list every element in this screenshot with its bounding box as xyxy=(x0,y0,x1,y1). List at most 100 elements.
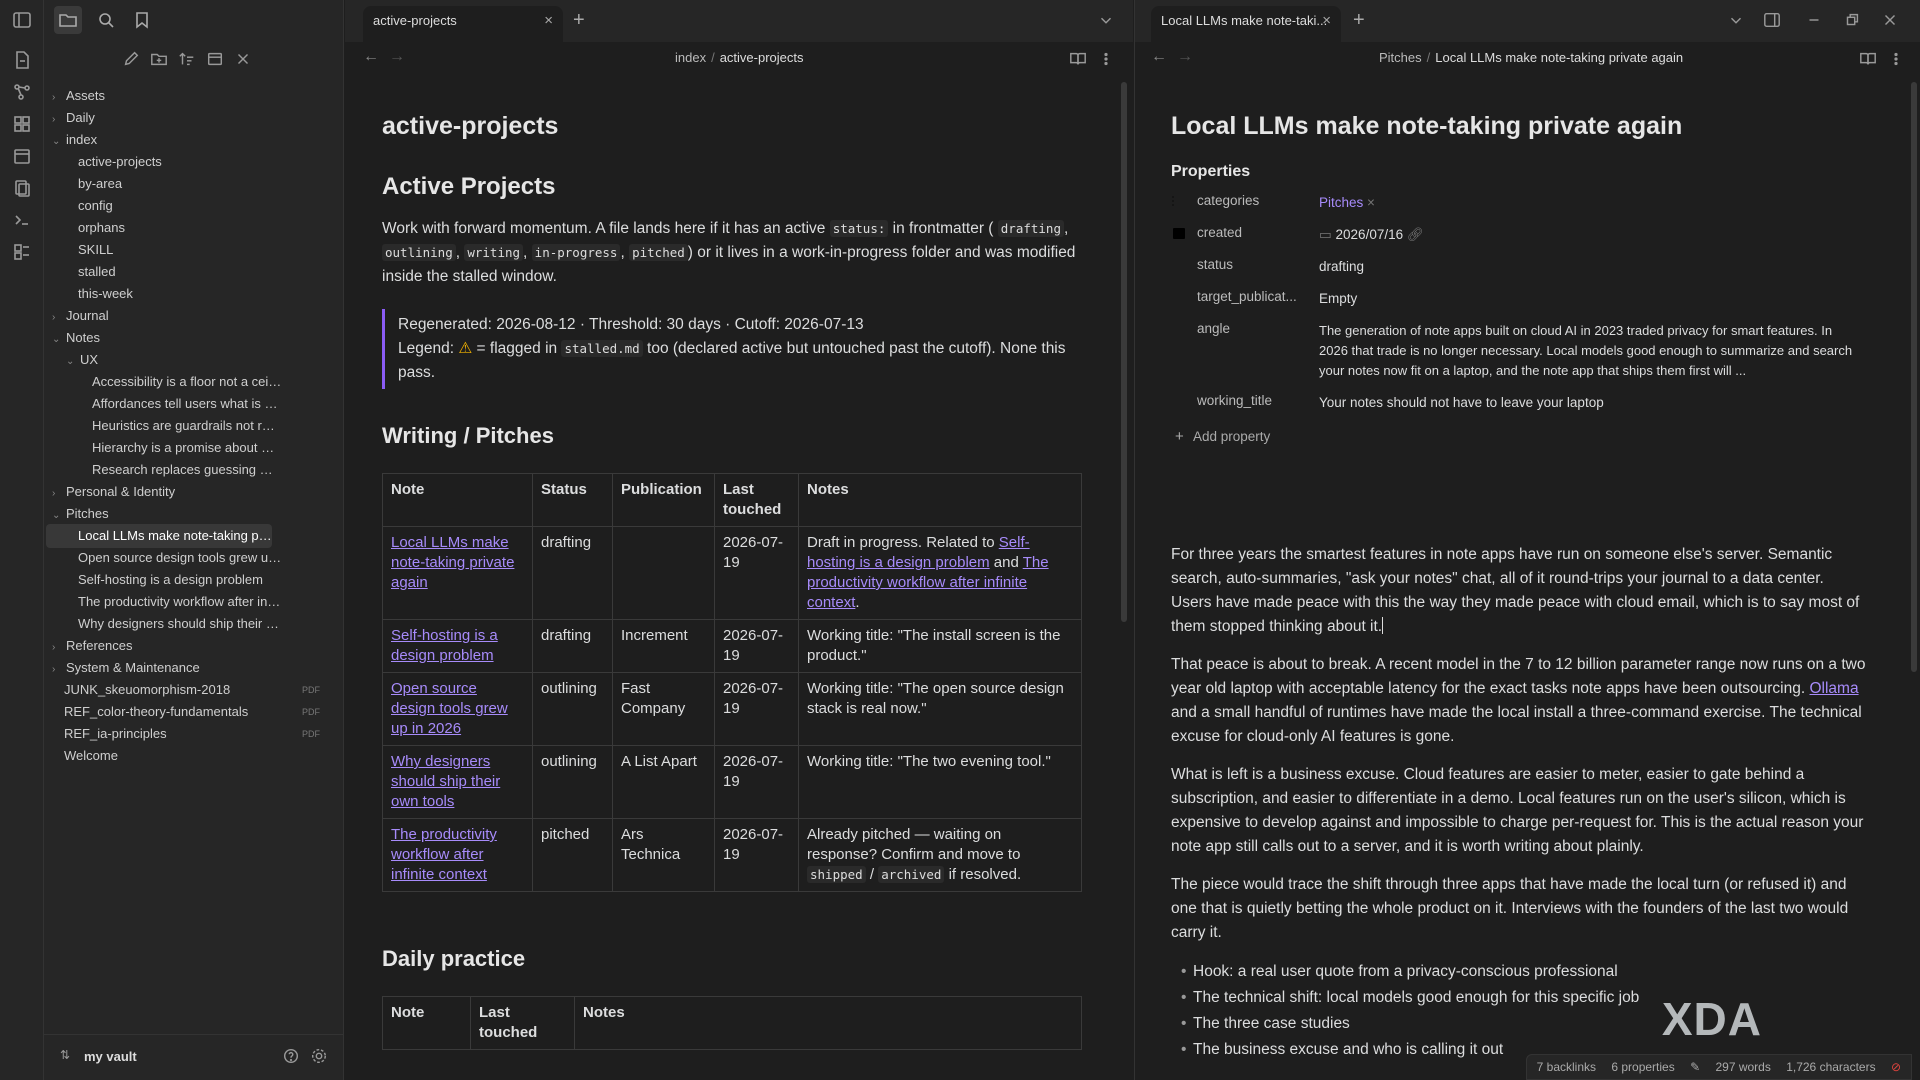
left-note-content[interactable]: active-projects Active Projects Work wit… xyxy=(382,82,1082,1080)
reading-view-icon[interactable] xyxy=(1069,50,1087,68)
body-paragraph[interactable]: What is left is a business excuse. Cloud… xyxy=(1171,763,1867,859)
property-name[interactable]: angle xyxy=(1197,321,1307,336)
tree-file[interactable]: Open source design tools grew up in ... xyxy=(78,546,282,570)
category-pill[interactable]: Pitches xyxy=(1319,195,1363,210)
canvas-icon[interactable] xyxy=(12,114,32,134)
property-value[interactable]: ▭ 2026/07/16 🔗︎ xyxy=(1319,225,1864,245)
link-icon[interactable]: 🔗︎ xyxy=(1407,227,1424,242)
chevron-right-icon[interactable]: › xyxy=(52,482,66,504)
left-scrollbar[interactable] xyxy=(1121,82,1127,622)
forward-arrow-icon[interactable]: → xyxy=(389,48,405,66)
property-value[interactable]: Empty xyxy=(1319,289,1864,309)
new-tab-icon[interactable]: + xyxy=(1353,9,1365,32)
property-name[interactable]: target_publicat... xyxy=(1197,289,1307,304)
more-options-icon[interactable] xyxy=(1887,50,1905,68)
sync-status-icon[interactable]: ⊘ xyxy=(1891,1060,1901,1074)
tree-folder[interactable]: ⌄ Pitches xyxy=(52,502,282,526)
help-icon[interactable] xyxy=(282,1047,300,1065)
tree-file[interactable]: by-area xyxy=(78,172,282,196)
chevron-down-icon[interactable]: ⌄ xyxy=(52,130,66,152)
property-value[interactable]: Pitches × xyxy=(1319,193,1864,213)
tab-list-chevron-icon[interactable] xyxy=(1727,11,1745,29)
inline-title[interactable]: Local LLMs make note-taking private agai… xyxy=(1171,112,1867,141)
tree-file[interactable]: REF_ia-principles xyxy=(64,722,282,746)
chevron-right-icon[interactable]: › xyxy=(52,658,66,680)
tree-folder[interactable]: › Assets xyxy=(52,84,282,108)
tree-folder[interactable]: ⌄ Notes xyxy=(52,326,282,350)
note-link[interactable]: Local LLMs make note-taking private agai… xyxy=(391,534,514,591)
reading-view-icon[interactable] xyxy=(1859,50,1877,68)
tree-file[interactable]: Affordances tell users what is possi... xyxy=(92,392,282,416)
minimize-icon[interactable] xyxy=(1805,11,1823,29)
back-arrow-icon[interactable]: ← xyxy=(363,48,379,66)
backlinks-count[interactable]: 7 backlinks xyxy=(1537,1060,1596,1074)
tree-folder[interactable]: ⌄ UX xyxy=(66,348,282,372)
inline-title[interactable]: active-projects xyxy=(382,112,1082,141)
right-scrollbar[interactable] xyxy=(1911,82,1917,672)
calendar-icon[interactable] xyxy=(12,146,32,166)
tree-file[interactable]: Heuristics are guardrails not rules xyxy=(92,414,282,438)
right-sidebar-toggle-icon[interactable] xyxy=(1763,11,1781,29)
tree-file[interactable]: active-projects xyxy=(78,150,282,174)
search-icon[interactable] xyxy=(96,10,116,33)
graph-view-icon[interactable] xyxy=(12,82,32,102)
property-value[interactable]: Your notes should not have to leave your… xyxy=(1319,393,1864,413)
chevron-down-icon[interactable]: ⌄ xyxy=(52,504,66,526)
note-link[interactable]: The productivity workflow after infinite… xyxy=(391,826,497,883)
more-options-icon[interactable] xyxy=(1097,50,1115,68)
property-name[interactable]: status xyxy=(1197,257,1307,272)
tab-list-chevron-icon[interactable] xyxy=(1097,11,1115,29)
tab-local-llms[interactable]: Local LLMs make note-taki... × xyxy=(1151,6,1341,42)
tree-file[interactable]: Welcome xyxy=(64,744,282,768)
close-tab-icon[interactable]: × xyxy=(1322,6,1331,36)
chevron-right-icon[interactable]: › xyxy=(52,86,66,108)
templates-icon[interactable] xyxy=(12,178,32,198)
new-tab-icon[interactable]: + xyxy=(573,9,585,32)
restore-icon[interactable] xyxy=(1843,11,1861,29)
forward-arrow-icon[interactable]: → xyxy=(1177,48,1193,66)
tree-file[interactable]: config xyxy=(78,194,282,218)
tree-file[interactable]: REF_color-theory-fundamentals xyxy=(64,700,282,724)
tree-file[interactable]: JUNK_skeuomorphism-2018 xyxy=(64,678,282,702)
breadcrumb-folder[interactable]: index xyxy=(675,50,706,65)
ollama-link[interactable]: Ollama xyxy=(1809,680,1858,697)
property-value[interactable]: The generation of note apps built on clo… xyxy=(1319,321,1864,381)
chevron-right-icon[interactable]: › xyxy=(52,108,66,130)
note-link[interactable]: Open source design tools grew up in 2026 xyxy=(391,680,508,737)
tree-file[interactable]: SKILL xyxy=(78,238,282,262)
tree-file[interactable]: orphans xyxy=(78,216,282,240)
new-note-icon[interactable] xyxy=(12,50,32,70)
new-folder-icon[interactable] xyxy=(150,50,168,68)
breadcrumb-file[interactable]: Local LLMs make note-taking private agai… xyxy=(1435,50,1683,65)
chevron-down-icon[interactable]: ⌄ xyxy=(66,350,80,372)
tree-file[interactable]: this-week xyxy=(78,282,282,306)
sidebar-toggle-icon[interactable] xyxy=(12,10,32,30)
breadcrumb-file[interactable]: active-projects xyxy=(720,50,804,65)
list-item[interactable]: The three case studies xyxy=(1171,1011,1867,1037)
property-name[interactable]: categories xyxy=(1197,193,1307,208)
properties-heading[interactable]: Properties xyxy=(1171,163,1867,181)
tree-file[interactable]: Research replaces guessing with wi... xyxy=(92,458,282,482)
terminal-icon[interactable] xyxy=(12,210,32,230)
vault-switch-icon[interactable]: ⇅ xyxy=(60,1048,70,1062)
remove-pill-icon[interactable]: × xyxy=(1367,195,1375,210)
tree-file[interactable]: Accessibility is a floor not a ceiling xyxy=(92,370,282,394)
tab-active-projects[interactable]: active-projects × xyxy=(363,6,563,42)
folder-icon[interactable] xyxy=(54,6,82,34)
property-name[interactable]: working_title xyxy=(1197,393,1307,408)
tree-file[interactable]: Hierarchy is a promise about what ... xyxy=(92,436,282,460)
tree-folder[interactable]: ⌄ index xyxy=(52,128,282,152)
body-paragraph[interactable]: The piece would trace the shift through … xyxy=(1171,873,1867,945)
tree-file[interactable]: Local LLMs make note-taking private ... xyxy=(46,524,272,548)
tree-folder[interactable]: › Personal & Identity xyxy=(52,480,282,504)
chevron-right-icon[interactable]: › xyxy=(52,306,66,328)
sort-icon[interactable] xyxy=(178,50,196,68)
settings-gear-icon[interactable] xyxy=(310,1047,328,1065)
tree-folder[interactable]: › System & Maintenance xyxy=(52,656,282,680)
bookmark-icon[interactable] xyxy=(132,10,152,33)
list-item[interactable]: Hook: a real user quote from a privacy-c… xyxy=(1171,959,1867,985)
chevron-right-icon[interactable]: › xyxy=(52,636,66,658)
collapse-view-icon[interactable] xyxy=(206,50,224,68)
chevron-down-icon[interactable]: ⌄ xyxy=(52,328,66,350)
close-tab-icon[interactable]: × xyxy=(544,6,553,36)
